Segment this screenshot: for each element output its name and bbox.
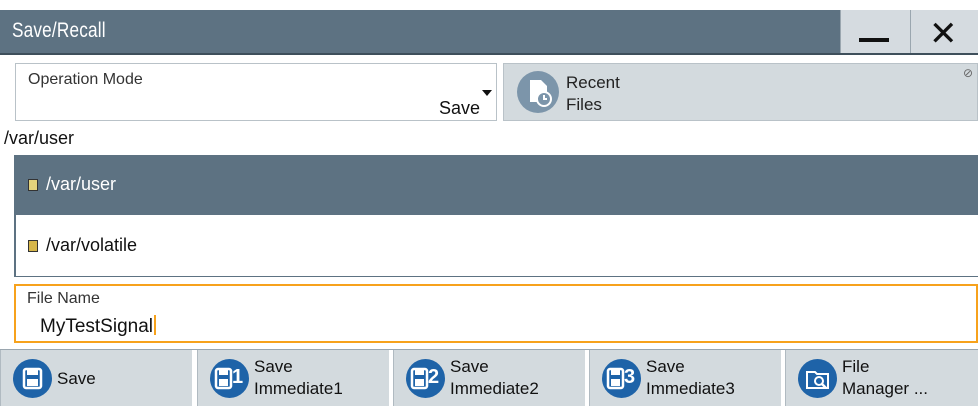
directory-name: /var/user [46, 174, 117, 194]
button-label-line2: Immediate2 [450, 379, 539, 398]
button-label-line2: Manager ... [842, 379, 928, 398]
recent-files-label: Recent Files [566, 72, 666, 116]
file-name-field[interactable]: File Name MyTestSignal [14, 284, 978, 343]
button-label-line2: Immediate1 [254, 379, 343, 398]
operation-mode-value: Save [438, 98, 480, 118]
window-title: Save/Recall [12, 19, 106, 42]
button-label-line1: Save [254, 357, 293, 376]
minimize-button[interactable] [840, 10, 910, 53]
save-immediate-icon: 1 [210, 359, 249, 398]
button-label-line2: Immediate3 [646, 379, 735, 398]
directory-list: /var/user /var/volatile [14, 155, 978, 277]
recent-files-icon [517, 71, 559, 113]
recent-files-label-line2: Files [566, 95, 602, 114]
save-immediate-icon: 2 [406, 359, 445, 398]
file-name-input[interactable]: MyTestSignal [40, 315, 156, 338]
file-name-label: File Name [27, 290, 100, 307]
save-immediate1-button[interactable]: 1 Save Immediate1 [197, 350, 391, 406]
save-immediate-number: 1 [232, 366, 244, 388]
directory-item-var-user[interactable]: /var/user [16, 155, 978, 215]
save-immediate-number: 2 [428, 366, 440, 388]
folder-icon [28, 240, 38, 252]
title-bar: Save/Recall ✕ [0, 10, 978, 55]
save-immediate-icon: 3 [602, 359, 641, 398]
file-manager-button[interactable]: File Manager ... [785, 350, 978, 406]
chevron-down-icon [482, 90, 492, 96]
close-button[interactable]: ✕ [910, 10, 978, 54]
save-immediate2-button[interactable]: 2 Save Immediate2 [393, 350, 587, 406]
save-button-label: Save [57, 369, 96, 388]
current-path: /var/user [4, 128, 75, 148]
directory-item-var-volatile[interactable]: /var/volatile [16, 216, 978, 276]
file-manager-label: File Manager ... [842, 356, 928, 400]
save-immediate2-label: Save Immediate2 [450, 356, 539, 400]
file-manager-icon [798, 359, 837, 398]
text-cursor [154, 315, 156, 335]
operation-mode-select[interactable]: Operation Mode Save [15, 63, 497, 121]
recent-files-label-line1: Recent [566, 73, 620, 92]
button-label-line1: Save [646, 357, 685, 376]
save-immediate3-label: Save Immediate3 [646, 356, 735, 400]
minimize-icon [859, 38, 889, 42]
save-immediate-number: 3 [624, 366, 636, 388]
save-immediate3-button[interactable]: 3 Save Immediate3 [589, 350, 783, 406]
button-label-line1: File [842, 357, 870, 376]
save-icon [13, 359, 52, 398]
save-button[interactable]: Save [0, 350, 194, 406]
recent-files-button[interactable]: Recent Files ⊘ [503, 63, 978, 121]
directory-name: /var/volatile [46, 235, 138, 255]
close-icon: ✕ [929, 14, 958, 54]
folder-icon [28, 179, 38, 191]
file-name-value: MyTestSignal [40, 316, 153, 337]
operation-mode-label: Operation Mode [28, 71, 143, 88]
save-immediate1-label: Save Immediate1 [254, 356, 343, 400]
bottom-button-bar: Save 1 Save Immediate1 2 Save Immediate2… [0, 349, 978, 406]
pin-icon: ⊘ [962, 66, 973, 80]
button-label-line1: Save [450, 357, 489, 376]
